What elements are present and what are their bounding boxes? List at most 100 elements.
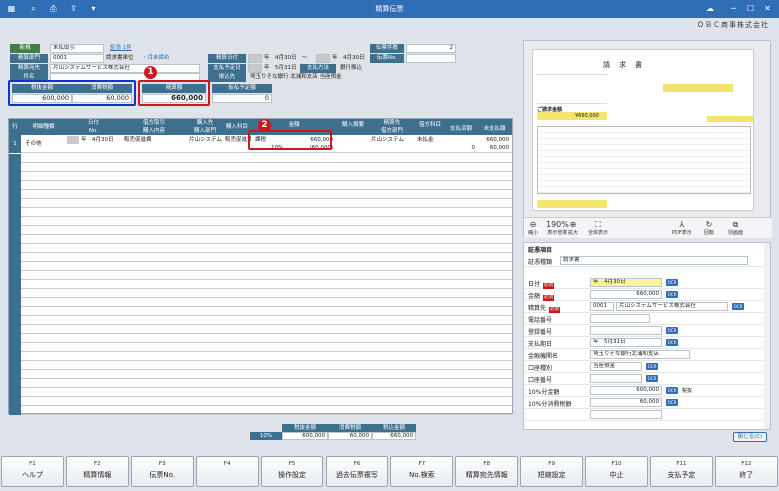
period-label: 精算日付: [208, 54, 246, 63]
invoice-image[interactable]: 請 求 書 ご請求金額 ¥660,000: [532, 49, 754, 211]
callout-badge-2: 2: [258, 119, 271, 132]
zoom-out-button[interactable]: ⊖ 縮小: [528, 220, 538, 236]
table-row[interactable]: [9, 352, 512, 361]
table-row[interactable]: [9, 280, 512, 289]
pay-date-year[interactable]: [248, 64, 262, 73]
table-row[interactable]: [9, 361, 512, 370]
table-row[interactable]: [9, 406, 512, 415]
table-row[interactable]: [9, 343, 512, 352]
fit-button[interactable]: ⛶ 全体表示: [588, 220, 608, 236]
table-row[interactable]: [9, 271, 512, 280]
type-label: 証憑種類: [528, 259, 553, 266]
amt10-input[interactable]: 600,000: [590, 386, 662, 395]
period-to-year[interactable]: [316, 54, 330, 63]
period-to[interactable]: 年 4月30日: [332, 54, 365, 63]
fkey-f6[interactable]: F6 過去伝票複写: [325, 456, 389, 487]
fkey-f12[interactable]: F12 終了: [714, 456, 778, 487]
zoom-in-button[interactable]: ⊕ 拡大: [568, 220, 578, 236]
bank-input[interactable]: 埼玉りそな銀行北浦和支店: [590, 350, 690, 359]
table-row[interactable]: [9, 334, 512, 343]
tax-amount: 60,000: [72, 94, 132, 103]
extra-input[interactable]: [590, 410, 662, 419]
pay-date[interactable]: 年 5月31日: [264, 64, 297, 73]
branch-code-input[interactable]: 0001: [50, 54, 104, 63]
row-date-year[interactable]: [67, 136, 79, 144]
amount-input[interactable]: 660,000: [590, 290, 662, 299]
maximize-icon[interactable]: ☐: [745, 3, 756, 14]
payee-input[interactable]: 片山システムサービス株式会社: [50, 64, 200, 73]
col-debit-account-header: 借方科目: [415, 119, 445, 135]
zoom-level[interactable]: 190% 表示倍率: [546, 220, 569, 236]
close-icon[interactable]: ✕: [762, 3, 773, 14]
table-row[interactable]: [9, 235, 512, 244]
table-row[interactable]: [9, 370, 512, 379]
slip-no-input[interactable]: [406, 54, 456, 63]
row-debit-deal[interactable]: 販売促進費: [124, 136, 152, 144]
table-row[interactable]: [9, 190, 512, 199]
evidence-link[interactable]: 証憑 1件: [110, 44, 132, 53]
table-row[interactable]: [9, 154, 512, 163]
popout-button[interactable]: ⧉ 別画面: [728, 220, 743, 236]
minimize-icon[interactable]: ─: [728, 3, 739, 14]
table-row[interactable]: [9, 244, 512, 253]
fkey-f7[interactable]: F7 No.検索: [390, 456, 454, 487]
row-kind[interactable]: その他: [25, 140, 42, 148]
foot-excl: 600,000: [282, 432, 328, 440]
table-row[interactable]: [9, 199, 512, 208]
close-button[interactable]: 閉じる(C): [733, 432, 767, 442]
form-row-amt10: 10%分金額 600,000 OCR 税抜: [524, 385, 764, 397]
fkey-f1[interactable]: F1 ヘルプ: [1, 456, 64, 487]
row-vendor[interactable]: 片山システム: [189, 136, 222, 144]
fkey-f10[interactable]: F10 中止: [585, 456, 648, 487]
table-row[interactable]: [9, 208, 512, 217]
col-content-header: 購入内容: [121, 127, 187, 135]
fkey-f2[interactable]: F2 精算情報: [65, 456, 129, 487]
fkey-f11[interactable]: F11 支払予定: [650, 456, 713, 487]
acct-type-select[interactable]: 当座預金: [590, 362, 642, 371]
table-row[interactable]: [9, 325, 512, 334]
table-row[interactable]: [9, 172, 512, 181]
table-row[interactable]: [9, 226, 512, 235]
table-row[interactable]: [9, 298, 512, 307]
table-row[interactable]: [9, 289, 512, 298]
form-scrollbar[interactable]: [764, 243, 770, 429]
table-row[interactable]: [9, 307, 512, 316]
table-row[interactable]: [9, 217, 512, 226]
table-row[interactable]: [9, 388, 512, 397]
table-row[interactable]: [9, 163, 512, 172]
period-from[interactable]: 年 4月30日: [264, 54, 297, 63]
period-from-year[interactable]: [248, 54, 262, 63]
mode-label: 新規: [10, 44, 40, 53]
fkey-f3[interactable]: F3 伝票No.: [130, 456, 194, 487]
paydate-input[interactable]: 年 5月31日: [590, 338, 662, 347]
payee-name-input[interactable]: 片山システムサービス株式会社: [616, 302, 728, 311]
fkey-f8[interactable]: F8 精算宛先情報: [455, 456, 519, 487]
payee-code-input[interactable]: 0001: [590, 302, 614, 311]
fkey-f4[interactable]: F4: [195, 456, 259, 487]
type-select[interactable]: 請求書: [560, 256, 748, 265]
callout-badge-1: 1: [144, 66, 157, 79]
fkey-f5[interactable]: F5 操作設定: [260, 456, 324, 487]
date-input[interactable]: 年 4月30日: [590, 278, 662, 287]
col-no-header: No.: [66, 127, 121, 135]
table-row[interactable]: [9, 253, 512, 262]
table-row[interactable]: [9, 262, 512, 271]
fkey-label: 精算情報: [83, 471, 112, 479]
table-row[interactable]: [9, 181, 512, 190]
mode-select[interactable]: 未払取引: [50, 44, 104, 53]
row-debit-account[interactable]: 未払金: [417, 136, 434, 144]
table-row[interactable]: [9, 397, 512, 406]
pdf-button[interactable]: ⅄ PDF表示: [672, 220, 692, 236]
table-row[interactable]: [9, 316, 512, 325]
phone-input[interactable]: [590, 314, 650, 323]
reg-input[interactable]: [590, 326, 662, 335]
rotate-button[interactable]: ↻ 回転: [704, 220, 714, 236]
fkey-f9[interactable]: F9 短縮設定: [520, 456, 584, 487]
tax10-input[interactable]: 60,000: [590, 398, 662, 407]
fkey-number: F11: [676, 461, 687, 467]
table-row[interactable]: [9, 379, 512, 388]
row-settle-to[interactable]: 片山システム: [371, 136, 404, 144]
row-date[interactable]: 年 4月30日: [81, 136, 114, 144]
fkey-label: 終了: [739, 471, 754, 479]
acct-no-input[interactable]: [590, 374, 642, 383]
